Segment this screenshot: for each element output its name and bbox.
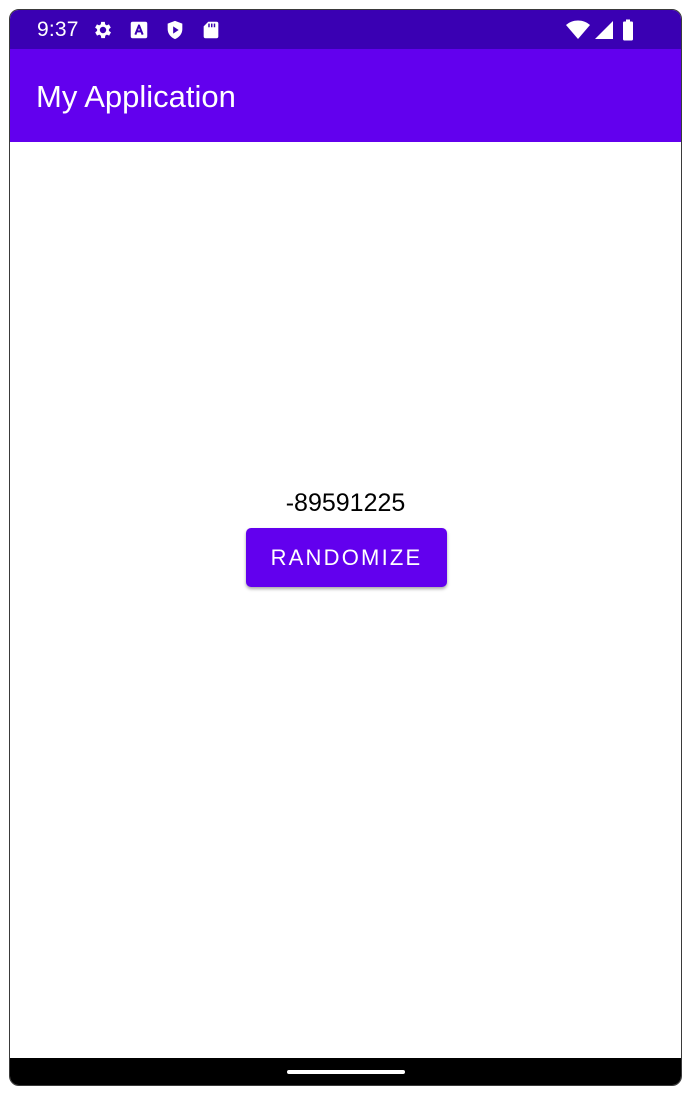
status-bar: 9:37 [10, 10, 681, 49]
settings-gear-icon [95, 21, 111, 39]
wifi-icon [566, 20, 590, 39]
status-time: 9:37 [37, 18, 79, 41]
sd-card-icon [203, 21, 219, 39]
battery-icon [623, 19, 633, 41]
home-gesture-handle[interactable] [287, 1070, 405, 1074]
main-content: -89591225 RANDOMIZE [10, 142, 681, 1060]
randomize-button[interactable]: RANDOMIZE [246, 528, 447, 587]
a-box-icon [130, 21, 148, 39]
phone-screen: 9:37 My Application -89591225 RANDOMIZE [9, 9, 682, 1086]
app-bar: My Application [10, 49, 681, 142]
cellular-signal-icon [595, 21, 613, 39]
app-title: My Application [36, 79, 236, 114]
play-shield-icon [167, 20, 183, 40]
navigation-bar [10, 1058, 681, 1085]
random-number-text: -89591225 [285, 489, 406, 517]
